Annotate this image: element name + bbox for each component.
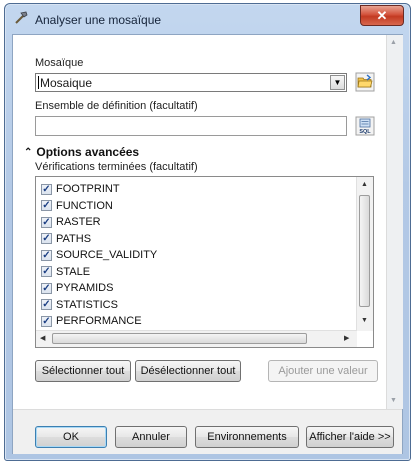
list-item[interactable]: ✓ PYRAMIDS (41, 280, 113, 296)
window-title: Analyser une mosaïque (35, 13, 162, 27)
list-item-label: SOURCE_VALIDITY (56, 249, 158, 261)
list-item-label: PATHS (56, 232, 92, 245)
list-item[interactable]: ✓ PERFORMANCE (41, 313, 142, 329)
checkbox[interactable]: ✓ (41, 183, 52, 195)
dialog-button-bar: OK Annuler Environnements Afficher l'aid… (13, 409, 402, 454)
parameters-panel: Mosaïque Mosaique ▼ Ensemble de définiti… (13, 35, 386, 409)
definition-label: Ensemble de définition (facultatif) (35, 100, 198, 112)
scroll-down-icon[interactable]: ▼ (390, 397, 397, 404)
cancel-button[interactable]: Annuler (115, 426, 187, 448)
text-cursor (38, 76, 39, 89)
open-folder-icon[interactable] (355, 72, 375, 92)
checkbox[interactable]: ✓ (41, 200, 52, 211)
list-item-label: FOOTPRINT (56, 183, 120, 195)
list-item-label: PERFORMANCE (56, 315, 142, 327)
checkbox[interactable]: ✓ (41, 299, 52, 310)
checkbox[interactable]: ✓ (41, 282, 52, 294)
double-chevron-up-icon: ⌃ (24, 146, 33, 158)
list-item-label: STATISTICS (56, 298, 118, 311)
list-item[interactable]: ✓ FUNCTION (41, 198, 113, 214)
list-item[interactable]: ✓ STATISTICS (41, 297, 118, 313)
checks-label: Vérifications terminées (facultatif) (35, 161, 198, 173)
checkbox[interactable]: ✓ (41, 216, 52, 228)
mosaic-combobox[interactable]: Mosaique ▼ (35, 73, 347, 92)
dialog-window: Analyser une mosaïque ✕ Mosaïque Mosaiqu… (4, 3, 411, 461)
mosaic-label: Mosaïque (35, 57, 84, 69)
list-item-label: STALE (56, 265, 91, 278)
close-button[interactable]: ✕ (360, 5, 404, 26)
list-item-label: FUNCTION (56, 199, 113, 212)
list-item[interactable]: ✓ SOURCE_VALIDITY (41, 247, 157, 263)
checkbox[interactable]: ✓ (41, 315, 52, 327)
environments-button[interactable]: Environnements (195, 426, 299, 448)
panel-vertical-scrollbar[interactable]: ▲ ▼ (386, 35, 403, 409)
list-item-label: RASTER (56, 216, 101, 228)
scroll-up-icon[interactable]: ▲ (361, 181, 368, 188)
scroll-left-icon[interactable]: ◀ (40, 334, 45, 342)
title-bar[interactable]: Analyser une mosaïque ✕ (5, 4, 410, 34)
list-horizontal-thumb[interactable] (52, 333, 307, 344)
hammer-icon (13, 10, 29, 26)
list-item[interactable]: ✓ FOOTPRINT (41, 181, 120, 197)
show-help-button[interactable]: Afficher l'aide >> (306, 426, 394, 448)
advanced-options-toggle[interactable]: ⌃ Options avancées (24, 145, 139, 159)
checks-listbox[interactable]: ✓ FOOTPRINT ✓ FUNCTION ✓ RASTER ✓ PATHS ✓ SOURCE_… (35, 176, 374, 348)
dialog-body: Mosaïque Mosaique ▼ Ensemble de définiti… (12, 34, 403, 454)
scroll-up-icon[interactable]: ▲ (390, 39, 397, 46)
mosaic-value: Mosaique (40, 76, 93, 90)
ok-button[interactable]: OK (35, 426, 107, 448)
checkbox[interactable]: ✓ (41, 233, 52, 244)
scroll-down-icon[interactable]: ▼ (361, 317, 368, 324)
deselect-all-button[interactable]: Désélectionner tout (135, 360, 241, 382)
close-icon: ✕ (376, 8, 388, 23)
list-horizontal-scrollbar[interactable]: ◀ ▶ (36, 330, 357, 347)
list-vertical-scrollbar[interactable]: ▲ ▼ (356, 177, 373, 331)
sql-query-icon[interactable]: SQL (355, 116, 375, 136)
list-vertical-thumb[interactable] (359, 195, 370, 307)
svg-text:SQL: SQL (359, 129, 371, 135)
list-item[interactable]: ✓ STALE (41, 264, 90, 280)
checkbox[interactable]: ✓ (41, 266, 52, 277)
list-item[interactable]: ✓ RASTER (41, 214, 101, 230)
checkbox[interactable]: ✓ (41, 249, 52, 261)
advanced-options-heading: Options avancées (36, 145, 140, 159)
chevron-down-icon[interactable]: ▼ (330, 75, 345, 90)
definition-input[interactable] (35, 116, 347, 136)
add-value-button[interactable]: Ajouter une valeur (268, 360, 378, 382)
scroll-right-icon[interactable]: ▶ (344, 334, 349, 342)
select-all-button[interactable]: Sélectionner tout (35, 360, 131, 382)
list-item-label: PYRAMIDS (56, 282, 114, 294)
list-item[interactable]: ✓ PATHS (41, 231, 91, 247)
